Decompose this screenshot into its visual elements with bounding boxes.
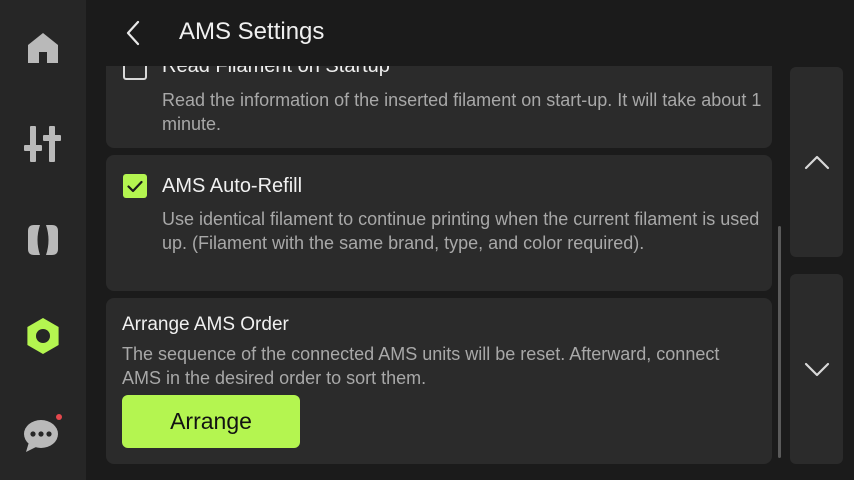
- checkmark-icon: [127, 180, 143, 192]
- nav-controls[interactable]: [0, 114, 86, 174]
- page-title: AMS Settings: [179, 18, 325, 45]
- scrollbar[interactable]: [778, 226, 781, 458]
- nav-filament[interactable]: [0, 210, 86, 270]
- option-description: Read the information of the inserted fil…: [162, 90, 762, 134]
- arrange-description: The sequence of the connected AMS units …: [122, 344, 720, 388]
- settings-icon: [27, 318, 59, 354]
- filament-icon: [28, 225, 58, 255]
- controls-icon: [24, 126, 61, 162]
- option-card-auto-refill: AMS Auto-Refill Use identical filament t…: [106, 155, 772, 291]
- sidebar: [0, 0, 86, 480]
- messages-icon: [24, 414, 62, 452]
- home-icon: [28, 33, 58, 63]
- scroll-down-button[interactable]: [790, 274, 843, 464]
- nav-home[interactable]: [0, 18, 86, 78]
- option-description: Use identical filament to continue print…: [162, 209, 760, 253]
- nav-settings[interactable]: [0, 306, 86, 366]
- chevron-down-icon: [804, 362, 829, 376]
- arrange-title: Arrange AMS Order: [122, 314, 289, 335]
- chevron-up-icon: [804, 155, 829, 169]
- option-title: AMS Auto-Refill: [162, 175, 303, 197]
- chevron-left-icon: [126, 20, 140, 46]
- back-button[interactable]: [118, 14, 148, 52]
- arrange-button[interactable]: Arrange: [122, 395, 300, 448]
- settings-list: Read Filament on Startup Read the inform…: [106, 0, 772, 480]
- scroll-up-button[interactable]: [790, 67, 843, 257]
- arrange-card: Arrange AMS Order The sequence of the co…: [106, 298, 772, 464]
- auto-refill-checkbox[interactable]: [123, 174, 147, 198]
- nav-messages[interactable]: [0, 402, 86, 462]
